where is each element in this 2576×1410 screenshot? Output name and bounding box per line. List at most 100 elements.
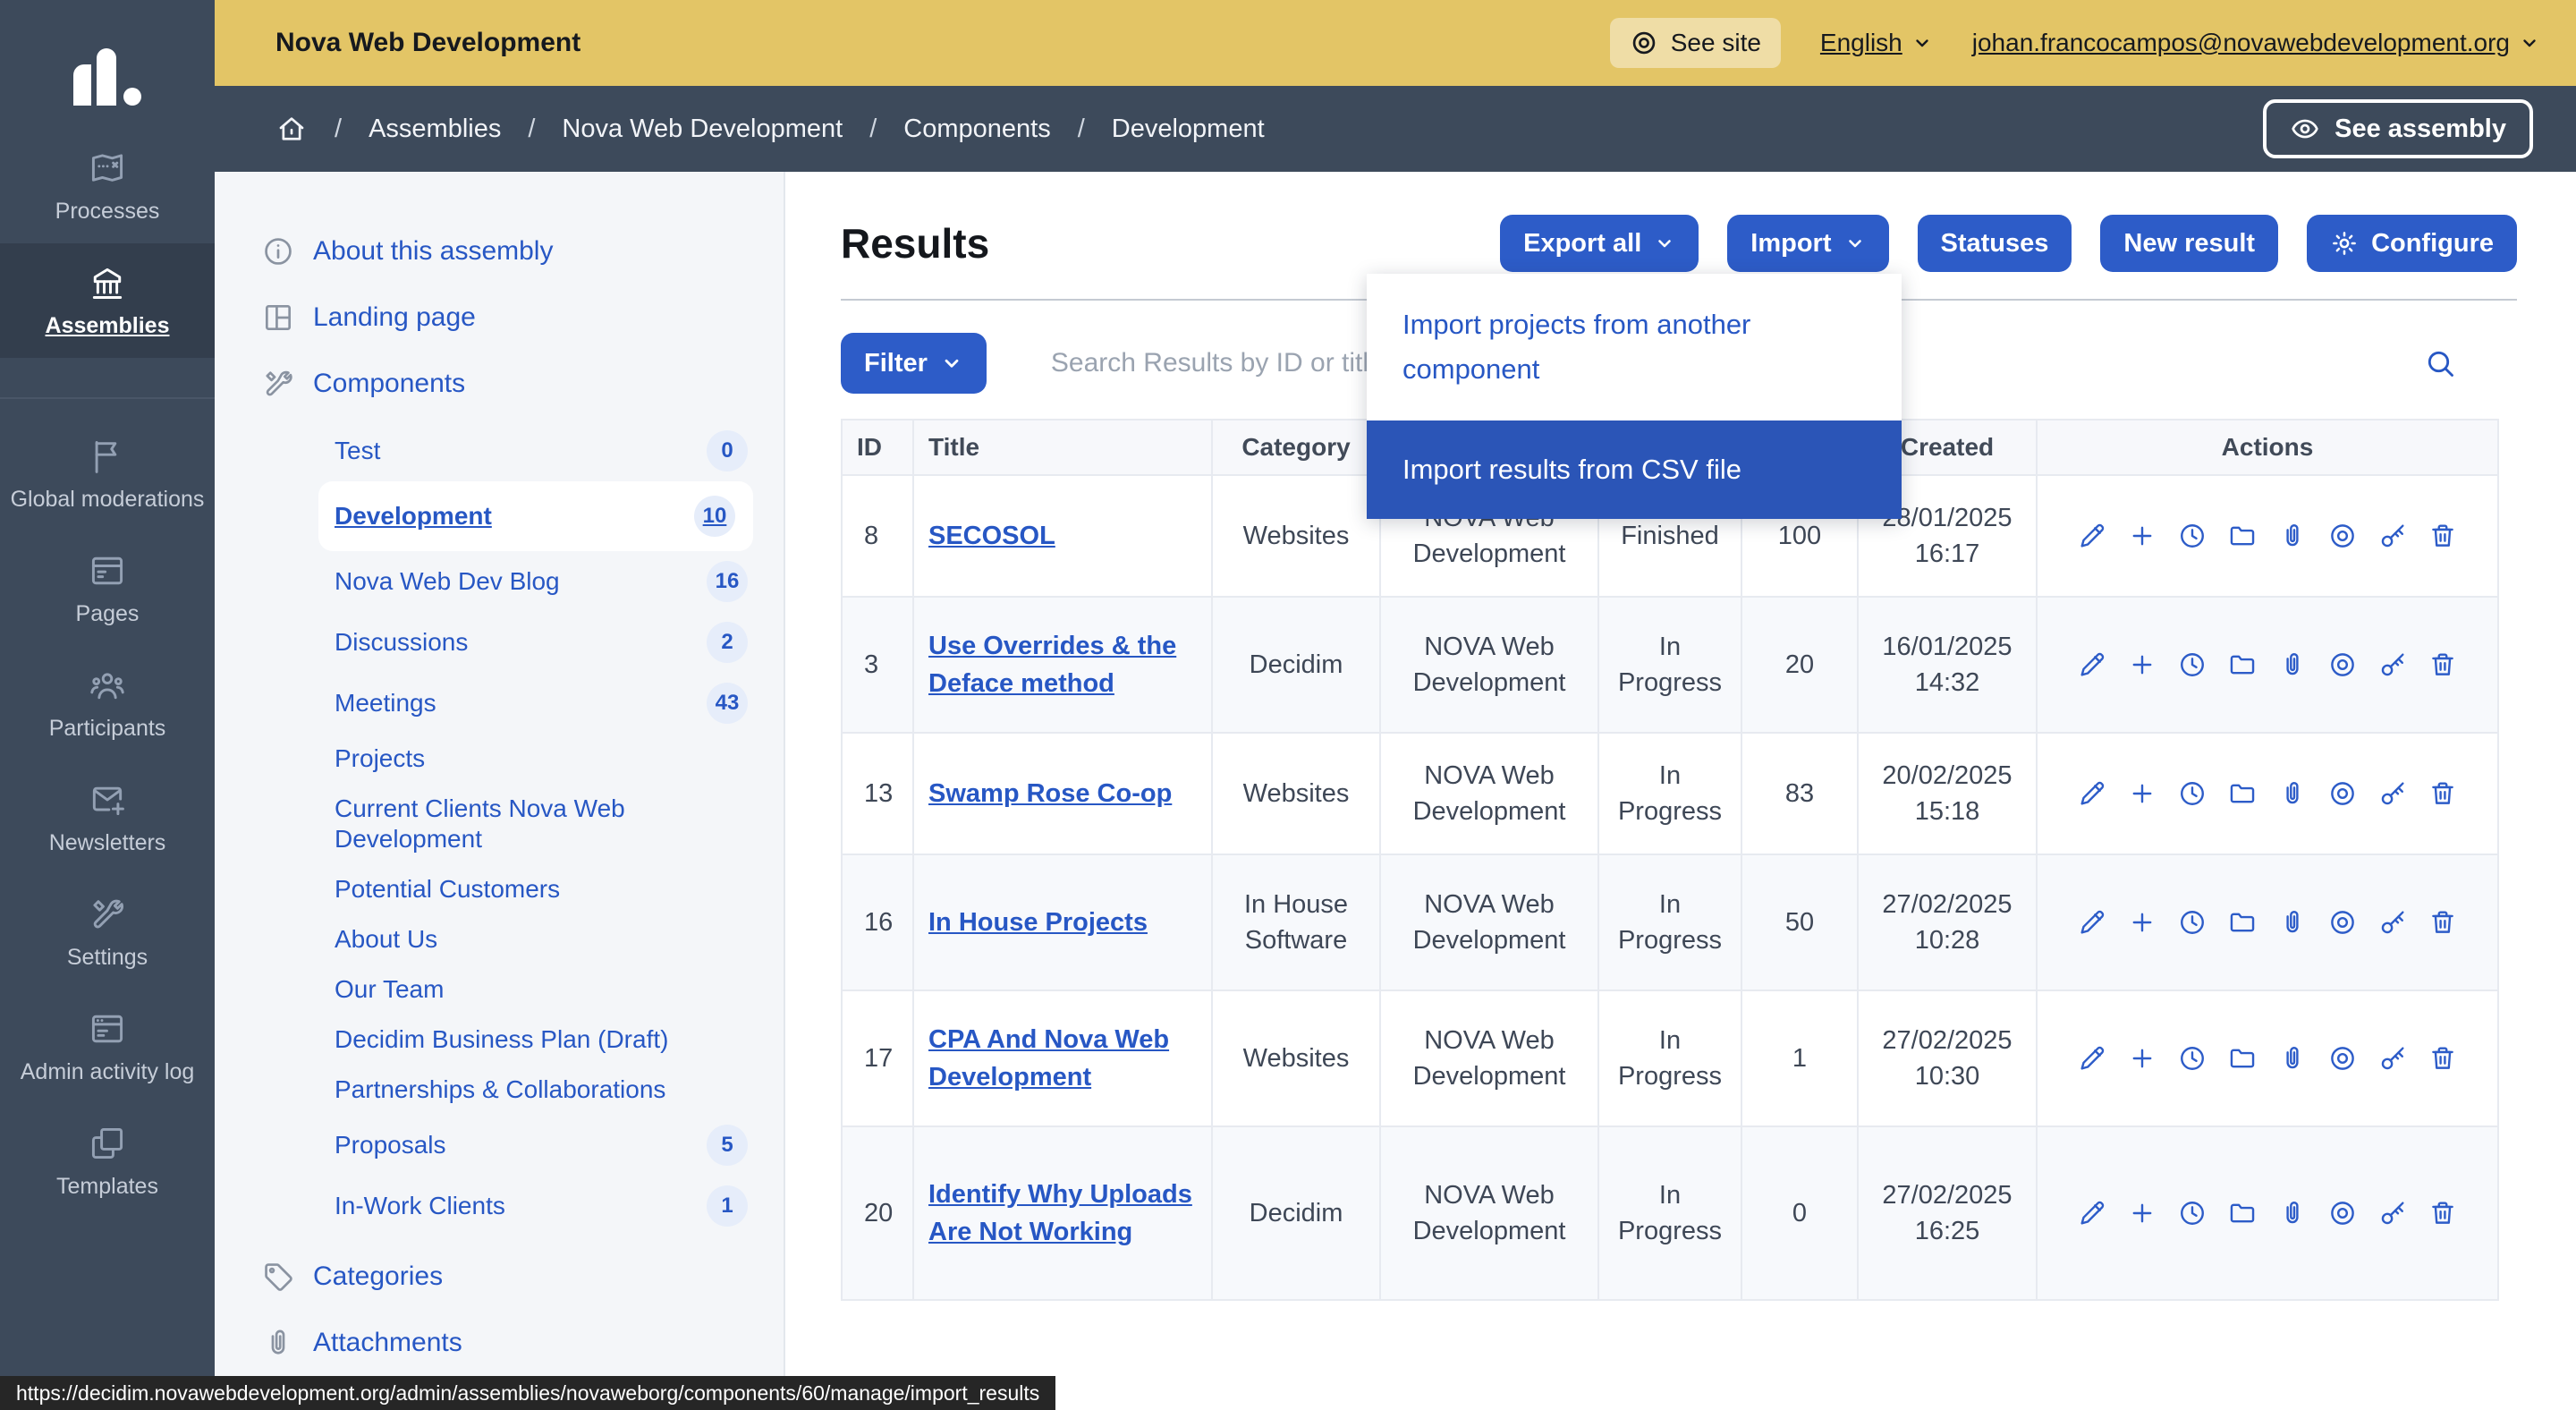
action-history-button[interactable] bbox=[2177, 778, 2207, 809]
action-attachments-button[interactable] bbox=[2277, 1043, 2308, 1074]
action-delete-button[interactable] bbox=[2428, 1043, 2458, 1074]
see-site-link[interactable]: See site bbox=[1610, 18, 1781, 68]
component-item-projects[interactable]: Projects bbox=[335, 734, 784, 784]
assembly-nav-landing-page[interactable]: Landing page bbox=[261, 285, 784, 351]
action-edit-button[interactable] bbox=[2077, 907, 2107, 938]
user-menu[interactable]: johan.francocampos@novawebdevelopment.or… bbox=[1972, 29, 2540, 57]
action-attachments-button[interactable] bbox=[2277, 907, 2308, 938]
result-title-link[interactable]: SECOSOL bbox=[928, 517, 1055, 555]
sidebar-item-assemblies[interactable]: Assemblies bbox=[0, 243, 215, 358]
action-add-button[interactable] bbox=[2127, 778, 2157, 809]
component-item-our-team[interactable]: Our Team bbox=[335, 964, 784, 1015]
result-title-link[interactable]: Swamp Rose Co-op bbox=[928, 775, 1172, 812]
component-item-decidim-business-plan-(draft)[interactable]: Decidim Business Plan (Draft) bbox=[335, 1015, 784, 1065]
import-dropdown-item[interactable]: Import results from CSV file bbox=[1367, 420, 1902, 519]
action-delete-button[interactable] bbox=[2428, 778, 2458, 809]
action-add-button[interactable] bbox=[2127, 521, 2157, 551]
component-item-test[interactable]: Test0 bbox=[335, 420, 784, 481]
action-permissions-button[interactable] bbox=[2377, 1198, 2408, 1228]
action-permissions-button[interactable] bbox=[2377, 650, 2408, 680]
breadcrumb-item[interactable]: Nova Web Development bbox=[562, 115, 843, 144]
import-button[interactable]: Import bbox=[1727, 215, 1888, 272]
import-dropdown-item[interactable]: Import projects from another component bbox=[1367, 274, 1902, 420]
component-item-development[interactable]: Development10 bbox=[318, 481, 753, 551]
action-history-button[interactable] bbox=[2177, 1198, 2207, 1228]
assembly-nav-attachments[interactable]: Attachments bbox=[261, 1310, 784, 1376]
action-folder-button[interactable] bbox=[2227, 521, 2258, 551]
component-item-about-us[interactable]: About Us bbox=[335, 914, 784, 964]
filter-button[interactable]: Filter bbox=[841, 333, 987, 394]
action-add-button[interactable] bbox=[2127, 650, 2157, 680]
statuses-button[interactable]: Statuses bbox=[1918, 215, 2072, 272]
configure-button[interactable]: Configure bbox=[2307, 215, 2517, 272]
action-attachments-button[interactable] bbox=[2277, 521, 2308, 551]
component-item-in-work-clients[interactable]: In-Work Clients1 bbox=[335, 1176, 784, 1236]
action-edit-button[interactable] bbox=[2077, 1198, 2107, 1228]
component-item-meetings[interactable]: Meetings43 bbox=[335, 673, 784, 734]
action-folder-button[interactable] bbox=[2227, 1043, 2258, 1074]
action-permissions-button[interactable] bbox=[2377, 521, 2408, 551]
component-item-current-clients-nova-web-development[interactable]: Current Clients Nova Web Development bbox=[335, 784, 784, 864]
result-title-link[interactable]: In House Projects bbox=[928, 904, 1148, 941]
breadcrumb-item[interactable]: Components bbox=[903, 115, 1050, 144]
breadcrumb-item[interactable]: Development bbox=[1112, 115, 1265, 144]
action-folder-button[interactable] bbox=[2227, 778, 2258, 809]
sidebar-item-processes[interactable]: Processes bbox=[0, 129, 215, 243]
action-preview-button[interactable] bbox=[2327, 650, 2358, 680]
action-preview-button[interactable] bbox=[2327, 778, 2358, 809]
action-permissions-button[interactable] bbox=[2377, 778, 2408, 809]
action-edit-button[interactable] bbox=[2077, 1043, 2107, 1074]
action-edit-button[interactable] bbox=[2077, 778, 2107, 809]
search-button[interactable] bbox=[2424, 347, 2456, 379]
action-delete-button[interactable] bbox=[2428, 650, 2458, 680]
component-item-nova-web-dev-blog[interactable]: Nova Web Dev Blog16 bbox=[335, 551, 784, 612]
action-attachments-button[interactable] bbox=[2277, 1198, 2308, 1228]
action-delete-button[interactable] bbox=[2428, 907, 2458, 938]
sidebar-item-admin-activity-log[interactable]: Admin activity log bbox=[0, 990, 215, 1104]
component-item-proposals[interactable]: Proposals5 bbox=[335, 1115, 784, 1176]
result-title-link[interactable]: Use Overrides & the Deface method bbox=[928, 627, 1197, 702]
component-item-potential-customers[interactable]: Potential Customers bbox=[335, 864, 784, 914]
action-folder-button[interactable] bbox=[2227, 1198, 2258, 1228]
sidebar-item-participants[interactable]: Participants bbox=[0, 646, 215, 760]
action-add-button[interactable] bbox=[2127, 1043, 2157, 1074]
action-history-button[interactable] bbox=[2177, 907, 2207, 938]
action-folder-button[interactable] bbox=[2227, 907, 2258, 938]
export-all-button[interactable]: Export all bbox=[1500, 215, 1699, 272]
assembly-nav-categories[interactable]: Categories bbox=[261, 1244, 784, 1310]
breadcrumb-item[interactable]: Assemblies bbox=[369, 115, 501, 144]
action-preview-button[interactable] bbox=[2327, 521, 2358, 551]
breadcrumb-home[interactable] bbox=[275, 113, 308, 145]
action-history-button[interactable] bbox=[2177, 1043, 2207, 1074]
action-history-button[interactable] bbox=[2177, 650, 2207, 680]
sidebar-item-newsletters[interactable]: Newsletters bbox=[0, 760, 215, 875]
action-add-button[interactable] bbox=[2127, 1198, 2157, 1228]
action-history-button[interactable] bbox=[2177, 521, 2207, 551]
action-permissions-button[interactable] bbox=[2377, 907, 2408, 938]
action-preview-button[interactable] bbox=[2327, 1198, 2358, 1228]
result-title-link[interactable]: Identify Why Uploads Are Not Working bbox=[928, 1176, 1197, 1251]
decidim-logo[interactable] bbox=[0, 0, 215, 129]
action-permissions-button[interactable] bbox=[2377, 1043, 2408, 1074]
action-preview-button[interactable] bbox=[2327, 1043, 2358, 1074]
sidebar-item-templates[interactable]: Templates bbox=[0, 1104, 215, 1219]
see-assembly-button[interactable]: See assembly bbox=[2263, 99, 2533, 158]
action-attachments-button[interactable] bbox=[2277, 778, 2308, 809]
component-item-discussions[interactable]: Discussions2 bbox=[335, 612, 784, 673]
action-edit-button[interactable] bbox=[2077, 521, 2107, 551]
action-folder-button[interactable] bbox=[2227, 650, 2258, 680]
component-item-partnerships-&-collaborations[interactable]: Partnerships & Collaborations bbox=[335, 1065, 784, 1115]
action-preview-button[interactable] bbox=[2327, 907, 2358, 938]
action-edit-button[interactable] bbox=[2077, 650, 2107, 680]
sidebar-item-settings[interactable]: Settings bbox=[0, 875, 215, 990]
assembly-nav-about-this-assembly[interactable]: About this assembly bbox=[261, 218, 784, 285]
action-delete-button[interactable] bbox=[2428, 521, 2458, 551]
action-add-button[interactable] bbox=[2127, 907, 2157, 938]
action-delete-button[interactable] bbox=[2428, 1198, 2458, 1228]
language-selector[interactable]: English bbox=[1820, 29, 1933, 57]
result-title-link[interactable]: CPA And Nova Web Development bbox=[928, 1021, 1197, 1096]
sidebar-item-pages[interactable]: Pages bbox=[0, 531, 215, 646]
new-result-button[interactable]: New result bbox=[2100, 215, 2278, 272]
sidebar-item-global-moderations[interactable]: Global moderations bbox=[0, 417, 215, 531]
action-attachments-button[interactable] bbox=[2277, 650, 2308, 680]
